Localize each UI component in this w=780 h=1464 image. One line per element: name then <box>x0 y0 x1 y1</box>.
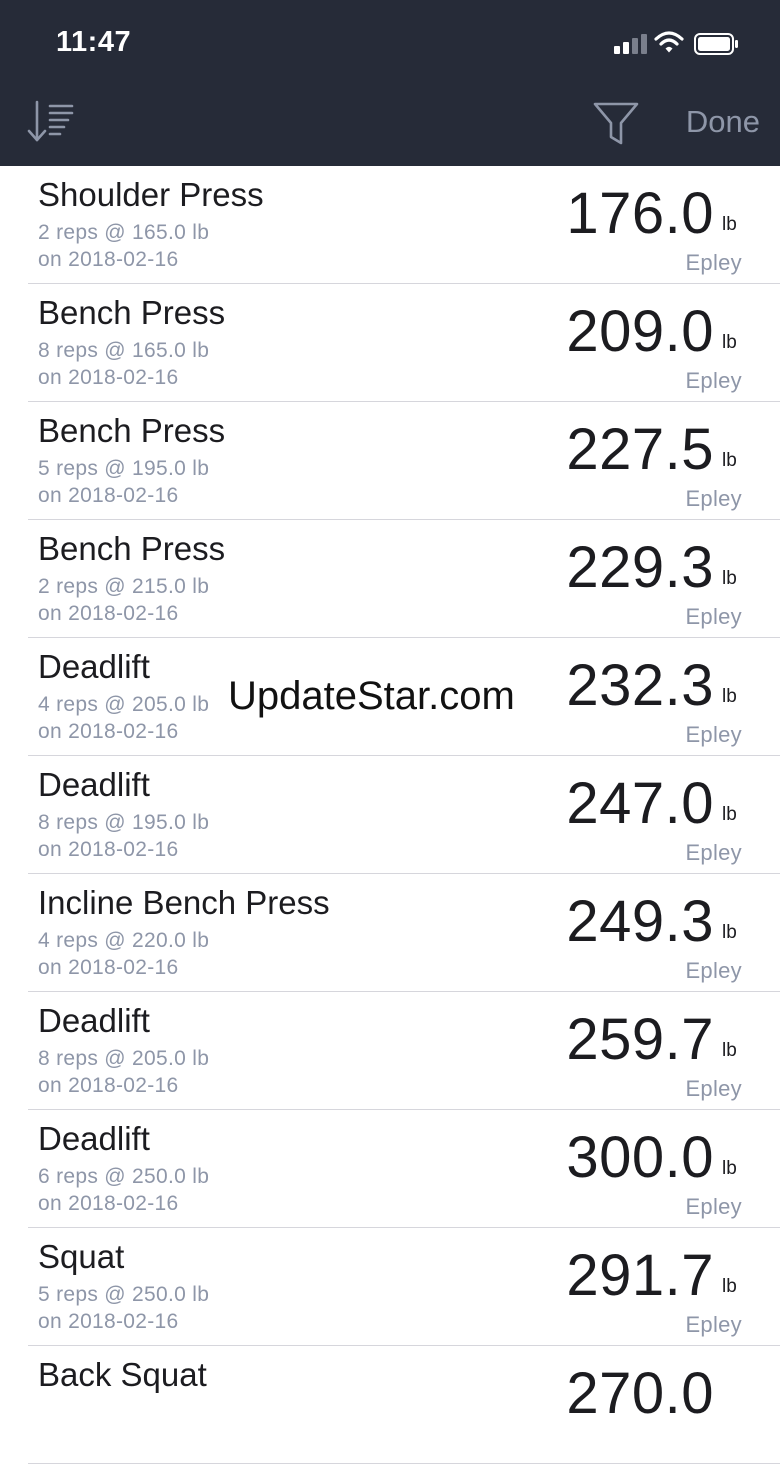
formula-label: Epley <box>685 722 742 747</box>
set-date: on 2018-02-16 <box>38 248 179 271</box>
set-detail: 8 reps @ 195.0 lb <box>38 811 210 834</box>
exercise-name: Shoulder Press <box>38 176 264 213</box>
formula-label: Epley <box>685 1194 742 1219</box>
set-detail: 8 reps @ 165.0 lb <box>38 339 210 362</box>
list-item[interactable]: Squat 5 reps @ 250.0 lb on 2018-02-16 29… <box>0 1228 780 1346</box>
wifi-icon <box>654 31 684 53</box>
formula-label: Epley <box>685 486 742 511</box>
weight-unit: lb <box>722 332 737 353</box>
set-date: on 2018-02-16 <box>38 602 179 625</box>
status-icons <box>614 30 754 58</box>
list-item[interactable]: Deadlift 8 reps @ 205.0 lb on 2018-02-16… <box>0 992 780 1110</box>
estimated-max-value: 227.5 <box>566 417 714 482</box>
exercise-name: Back Squat <box>38 1356 207 1393</box>
status-time: 11:47 <box>56 26 132 58</box>
sort-descending-icon[interactable] <box>26 98 76 146</box>
weight-unit: lb <box>722 1158 737 1179</box>
list-item[interactable]: Deadlift 6 reps @ 250.0 lb on 2018-02-16… <box>0 1110 780 1228</box>
filter-icon[interactable] <box>592 100 640 148</box>
exercise-name: Bench Press <box>38 294 226 331</box>
weight-unit: lb <box>722 450 737 471</box>
estimated-max-value: 259.7 <box>566 1007 714 1072</box>
one-rep-max-list: Shoulder Press 2 reps @ 165.0 lb on 2018… <box>0 166 780 1464</box>
navigation-bar: 11:47 Done <box>0 0 780 166</box>
estimated-max-value: 291.7 <box>566 1243 714 1308</box>
list-item[interactable]: Bench Press 8 reps @ 165.0 lb on 2018-02… <box>0 284 780 402</box>
exercise-name: Deadlift <box>38 766 150 803</box>
exercise-name: Deadlift <box>38 1120 150 1157</box>
formula-label: Epley <box>685 840 742 865</box>
cellular-signal-icon <box>614 34 648 54</box>
estimated-max-value: 300.0 <box>566 1125 714 1190</box>
formula-label: Epley <box>685 958 742 983</box>
weight-unit: lb <box>722 1040 737 1061</box>
estimated-max-value: 249.3 <box>566 889 714 954</box>
weight-unit: lb <box>722 922 737 943</box>
set-date: on 2018-02-16 <box>38 1192 179 1215</box>
set-detail: 5 reps @ 250.0 lb <box>38 1283 210 1306</box>
set-detail: 2 reps @ 165.0 lb <box>38 221 210 244</box>
list-item[interactable]: Bench Press 2 reps @ 215.0 lb on 2018-02… <box>0 520 780 638</box>
set-date: on 2018-02-16 <box>38 1074 179 1097</box>
watermark-text: UpdateStar.com <box>228 674 515 718</box>
list-item[interactable]: Incline Bench Press 4 reps @ 220.0 lb on… <box>0 874 780 992</box>
list-item[interactable]: Shoulder Press 2 reps @ 165.0 lb on 2018… <box>0 166 780 284</box>
set-detail: 5 reps @ 195.0 lb <box>38 457 210 480</box>
estimated-max-value: 176.0 <box>566 181 714 246</box>
estimated-max-value: 247.0 <box>566 771 714 836</box>
formula-label: Epley <box>685 368 742 393</box>
set-date: on 2018-02-16 <box>38 1310 179 1333</box>
set-date: on 2018-02-16 <box>38 956 179 979</box>
formula-label: Epley <box>685 604 742 629</box>
done-button[interactable]: Done <box>664 104 760 146</box>
set-date: on 2018-02-16 <box>38 484 179 507</box>
set-date: on 2018-02-16 <box>38 720 179 743</box>
list-item[interactable]: Bench Press 5 reps @ 195.0 lb on 2018-02… <box>0 402 780 520</box>
estimated-max-value: 270.0 <box>566 1361 714 1426</box>
weight-unit: lb <box>722 686 737 707</box>
list-item[interactable]: Back Squat 270.0 <box>0 1346 780 1464</box>
estimated-max-value: 229.3 <box>566 535 714 600</box>
set-detail: 8 reps @ 205.0 lb <box>38 1047 210 1070</box>
weight-unit: lb <box>722 804 737 825</box>
set-detail: 4 reps @ 220.0 lb <box>38 929 210 952</box>
formula-label: Epley <box>685 250 742 275</box>
battery-icon <box>694 33 738 55</box>
formula-label: Epley <box>685 1312 742 1337</box>
estimated-max-value: 209.0 <box>566 299 714 364</box>
set-detail: 2 reps @ 215.0 lb <box>38 575 210 598</box>
exercise-name: Deadlift <box>38 1002 150 1039</box>
set-date: on 2018-02-16 <box>38 838 179 861</box>
weight-unit: lb <box>722 214 737 235</box>
exercise-name: Bench Press <box>38 530 226 567</box>
exercise-name: Bench Press <box>38 412 226 449</box>
weight-unit: lb <box>722 1276 737 1297</box>
list-item[interactable]: Deadlift 8 reps @ 195.0 lb on 2018-02-16… <box>0 756 780 874</box>
exercise-name: Incline Bench Press <box>38 884 330 921</box>
exercise-name: Squat <box>38 1238 125 1275</box>
weight-unit: lb <box>722 568 737 589</box>
set-date: on 2018-02-16 <box>38 366 179 389</box>
formula-label: Epley <box>685 1076 742 1101</box>
set-detail: 6 reps @ 250.0 lb <box>38 1165 210 1188</box>
